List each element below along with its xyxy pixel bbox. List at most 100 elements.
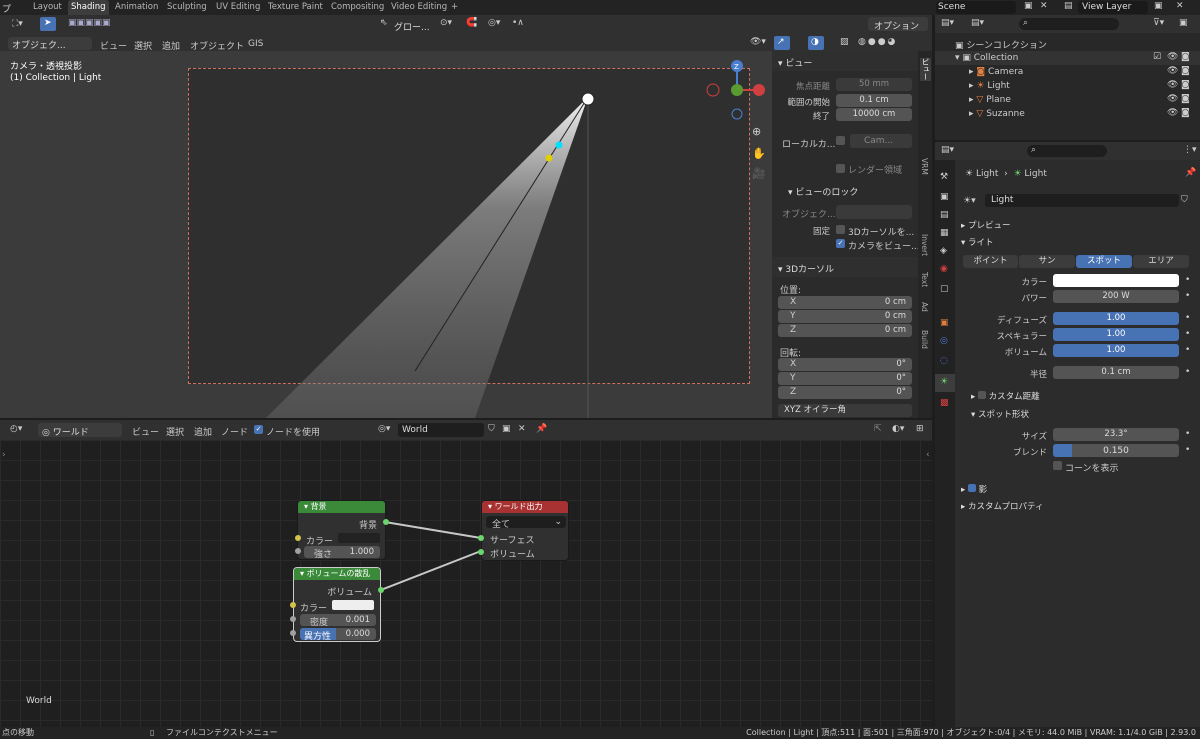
tab-video-editing[interactable]: Video Editing bbox=[388, 0, 450, 15]
light-color-swatch[interactable] bbox=[1053, 274, 1179, 287]
rotation-z-field[interactable]: 0° bbox=[778, 386, 912, 399]
gizmo-x-axis[interactable] bbox=[753, 84, 765, 96]
new-collection-icon[interactable]: ▣ bbox=[1179, 18, 1188, 28]
preview-panel-header[interactable]: ▸ プレビュー bbox=[961, 219, 1010, 231]
render-icon[interactable]: ▣ bbox=[940, 192, 949, 202]
toolbar-expand-arrow[interactable]: › bbox=[2, 450, 6, 460]
collection-checkbox-icon[interactable]: ☑ bbox=[1153, 52, 1161, 62]
volume-color-swatch[interactable] bbox=[332, 600, 374, 610]
tab-uv-editing[interactable]: UV Editing bbox=[213, 0, 263, 15]
eye-icon[interactable]: 👁 bbox=[1167, 66, 1178, 76]
render-region-checkbox[interactable] bbox=[836, 164, 845, 173]
ne-menu-add[interactable]: 追加 bbox=[194, 425, 212, 438]
outliner-row-collection[interactable]: ▾ ▣ Collection ☑ 👁 ◙ bbox=[935, 51, 1200, 65]
light-type-spot[interactable]: スポット bbox=[1076, 255, 1132, 268]
overlay-toggle-button[interactable]: ◑ bbox=[808, 36, 824, 50]
volume-output-socket[interactable] bbox=[378, 587, 384, 593]
sidebar-tab-view[interactable]: ビュー bbox=[920, 58, 931, 81]
local-camera-checkbox[interactable] bbox=[836, 136, 845, 145]
gizmo-y-axis[interactable] bbox=[731, 84, 743, 96]
pivot-icon[interactable]: ⊙▾ bbox=[440, 18, 452, 28]
output-surface-socket[interactable] bbox=[478, 535, 484, 541]
volume-scatter-node[interactable]: ▾ ボリュームの散乱 ボリューム カラー 0.001 密度 0.000 異方性 bbox=[293, 567, 381, 642]
keyframe-dot-icon[interactable]: • bbox=[1185, 291, 1190, 301]
file-menu-fragment[interactable]: プ bbox=[2, 2, 11, 15]
tab-sculpting[interactable]: Sculpting bbox=[164, 0, 210, 15]
cursor-section-header[interactable]: ▾ 3Dカーソル bbox=[772, 257, 918, 277]
local-camera-selector[interactable]: Cam... bbox=[850, 134, 912, 148]
gizmo-toggle-button[interactable]: ↗ bbox=[774, 36, 790, 50]
light-data-tab[interactable]: ☀ bbox=[935, 374, 955, 392]
gizmo-neg-x[interactable] bbox=[706, 83, 720, 97]
add-workspace-button[interactable]: + bbox=[448, 0, 461, 15]
delete-view-layer-icon[interactable]: ✕ bbox=[1176, 1, 1184, 11]
output-icon[interactable]: ▤ bbox=[940, 210, 949, 220]
volume-density-socket[interactable] bbox=[290, 616, 296, 622]
lock-camera-checkbox[interactable]: ✓ bbox=[836, 239, 845, 248]
tab-layout[interactable]: Layout bbox=[30, 0, 65, 15]
world-icon[interactable]: ◉ bbox=[940, 264, 948, 274]
object-icon[interactable]: ▣ bbox=[940, 318, 949, 328]
keyframe-dot-icon[interactable]: • bbox=[1185, 429, 1190, 439]
background-output-socket[interactable] bbox=[383, 519, 389, 525]
show-cone-checkbox[interactable] bbox=[1053, 461, 1062, 470]
camera-view-icon[interactable]: 🎥 bbox=[752, 167, 766, 180]
new-view-layer-icon[interactable]: ▣ bbox=[1154, 1, 1163, 11]
render-camera-icon[interactable]: ◙ bbox=[1181, 94, 1190, 104]
render-camera-icon[interactable]: ◙ bbox=[1181, 66, 1190, 76]
select-mode-icons[interactable]: ▣▣▣▣▣ bbox=[68, 18, 111, 28]
clip-end-field[interactable]: 10000 cm bbox=[836, 108, 912, 121]
rotation-y-field[interactable]: 0° bbox=[778, 372, 912, 385]
light-type-point[interactable]: ポイント bbox=[963, 255, 1018, 268]
physics-icon[interactable]: ◎ bbox=[940, 336, 948, 346]
shader-type-selector[interactable]: ◎ ワールド bbox=[38, 423, 122, 438]
focal-length-field[interactable]: 50 mm bbox=[836, 78, 912, 91]
pin-icon[interactable]: 📌 bbox=[536, 424, 547, 434]
keyframe-dot-icon[interactable]: • bbox=[1185, 275, 1190, 285]
keyframe-dot-icon[interactable]: • bbox=[1185, 329, 1190, 339]
fake-user-icon[interactable]: ⛉ bbox=[1181, 195, 1188, 205]
outliner-row-camera[interactable]: ▸ ◙ Camera 👁 ◙ bbox=[935, 65, 1200, 79]
snap-icon[interactable]: ⊞ bbox=[916, 424, 924, 434]
light-type-sun[interactable]: サン bbox=[1019, 255, 1075, 268]
sidebar-expand-arrow[interactable]: ‹ bbox=[926, 450, 930, 460]
view-layer-icon[interactable]: ▦ bbox=[940, 228, 949, 238]
shading-mode-icons[interactable]: ◍●●◕ bbox=[858, 37, 897, 47]
render-camera-icon[interactable]: ◙ bbox=[1181, 108, 1190, 118]
custom-props-header[interactable]: ▸ カスタムプロパティ bbox=[961, 500, 1043, 512]
lock-object-field[interactable] bbox=[836, 205, 912, 219]
sidebar-tab-build[interactable]: Build bbox=[920, 330, 929, 349]
new-world-icon[interactable]: ▣ bbox=[502, 424, 511, 434]
keyframe-dot-icon[interactable]: • bbox=[1185, 445, 1190, 455]
custom-distance-header[interactable]: ▸ カスタム距離 bbox=[971, 390, 1040, 402]
properties-editor-icon[interactable]: ▤▾ bbox=[941, 145, 954, 155]
scene-selector[interactable]: Scene bbox=[936, 1, 1016, 14]
rotation-x-field[interactable]: 0° bbox=[778, 358, 912, 371]
lock-3d-cursor-checkbox[interactable] bbox=[836, 225, 845, 234]
keyframe-dot-icon[interactable]: • bbox=[1185, 313, 1190, 323]
outliner-search-input[interactable]: ⌕ bbox=[1019, 18, 1119, 30]
background-color-swatch[interactable] bbox=[338, 533, 380, 543]
world-output-header[interactable]: ▾ ワールド出力 bbox=[482, 501, 568, 513]
eye-icon[interactable]: 👁 bbox=[1167, 94, 1178, 104]
world-name-field[interactable]: World bbox=[398, 423, 484, 437]
world-icon[interactable]: ◎▾ bbox=[378, 424, 390, 434]
power-field[interactable]: 200 W bbox=[1053, 290, 1179, 303]
specular-field[interactable]: 1.00 bbox=[1053, 328, 1179, 341]
sidebar-tab-invert[interactable]: Invert bbox=[920, 234, 929, 256]
output-target-select[interactable]: 全て ⌄ bbox=[486, 516, 566, 530]
delete-scene-icon[interactable]: ✕ bbox=[1040, 1, 1048, 11]
eye-icon[interactable]: 👁 bbox=[1167, 52, 1178, 62]
sidebar-tab-text[interactable]: Text bbox=[920, 272, 929, 287]
constraints-icon[interactable]: ◌ bbox=[940, 356, 948, 366]
shadow-panel-header[interactable]: ▸ 影 bbox=[961, 483, 987, 495]
new-scene-icon[interactable]: ▣ bbox=[1024, 1, 1033, 11]
keyframe-dot-icon[interactable]: • bbox=[1185, 367, 1190, 377]
light-datablock-field[interactable]: Light bbox=[985, 194, 1179, 207]
outliner-row-light[interactable]: ▸ ☀ Light 👁 ◙ bbox=[935, 79, 1200, 93]
render-camera-icon[interactable]: ◙ bbox=[1181, 80, 1190, 90]
spot-size-field[interactable]: 23.3° bbox=[1053, 428, 1179, 441]
spot-size-handle[interactable] bbox=[545, 154, 553, 162]
view-layer-selector[interactable]: View Layer bbox=[1078, 1, 1148, 14]
cursor-y-field[interactable]: 0 cm bbox=[778, 310, 912, 323]
